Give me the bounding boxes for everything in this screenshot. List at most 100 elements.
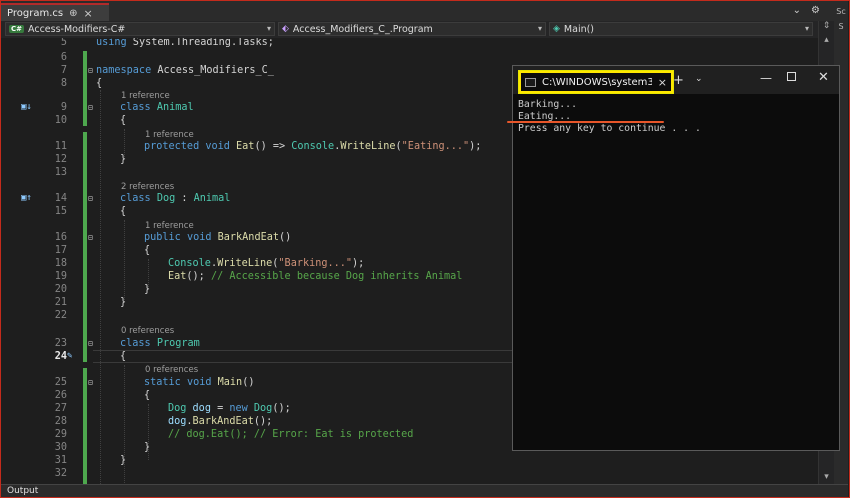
line-number: 17 [54,245,67,256]
codelens-references[interactable]: 0 references [145,364,198,376]
tab-program-cs[interactable]: Program.cs ⊕ × [1,3,109,21]
chevron-down-icon: ▾ [804,24,809,33]
inherits-from-icon[interactable]: ▣↑ [21,194,33,203]
keyword: protected [144,141,200,152]
keyword: namespace [96,65,152,76]
type-name: Console [168,258,211,269]
keyword: static [144,377,181,388]
line-number: 24 [54,351,67,362]
line-number: 10 [54,115,67,126]
console-line: Press any key to continue . . . [518,123,701,134]
line-number: 22 [54,310,67,321]
type-name: Dog [253,403,273,414]
collapse-icon[interactable]: ⊟ [88,192,93,205]
implemented-by-icon[interactable]: ▣↓ [21,103,33,112]
operator: ); [352,258,365,269]
string-literal: "Barking..." [278,258,353,269]
maximize-icon[interactable] [787,72,796,81]
line-number: 7 [60,65,67,76]
minimize-icon[interactable]: — [760,71,772,85]
console-output: Barking... Eating... Press any key to co… [518,99,701,135]
class-dropdown-label: Access_Modifiers_C_.Program [292,23,433,35]
line-number: 5 [60,38,67,48]
close-icon[interactable]: × [83,7,92,20]
new-tab-plus-icon[interactable]: + [673,73,684,88]
brace: } [120,455,127,466]
collapse-icon[interactable]: ⊟ [88,231,93,244]
keyword: void [186,377,212,388]
side-tab[interactable]: S [834,22,848,31]
method-dropdown[interactable]: ◈ Main() ▾ [549,22,813,36]
keyword: void [186,232,212,243]
tab-title: Program.cs [7,7,64,19]
type-name: Animal [193,193,231,204]
class-dropdown[interactable]: ⬖ Access_Modifiers_C_.Program ▾ [278,22,546,36]
split-editor-icon[interactable]: ⇕ [819,21,834,31]
codelens-references[interactable]: 0 references [121,325,174,337]
operator: ); [469,141,482,152]
pin-icon[interactable]: ⊕ [69,8,77,19]
collapse-icon[interactable]: ⊟ [88,337,93,350]
code-line: 31 } [1,454,818,467]
brace: { [120,115,127,126]
type-name: Console [291,141,335,152]
namespace-ref: System.Threading.Tasks; [126,38,274,48]
line-number: 31 [54,455,67,466]
variable: dog [168,416,187,427]
solution-explorer-tab[interactable]: Sc [834,7,848,16]
line-number: 6 [60,52,67,63]
project-dropdown[interactable]: C# Access-Modifiers-C# ▾ [5,22,275,36]
method-name: BarkAndEat [217,232,279,243]
chevron-down-icon[interactable]: ⌄ [695,74,703,84]
type-name: Animal [156,102,194,113]
method-name: WriteLine [340,141,396,152]
line-number: 9 [60,102,67,113]
brace: { [120,351,127,362]
scroll-up-icon[interactable]: ▴ [819,35,834,45]
collapse-icon[interactable]: ⊟ [88,64,93,77]
method-name: Eat [236,141,255,152]
type-name: Program [156,338,200,349]
quick-actions-brush-icon[interactable]: ✎ [67,350,72,363]
chevron-down-icon: ▾ [266,24,271,33]
line-number: 30 [54,442,67,453]
console-tab[interactable]: C:\WINDOWS\system3 × [518,70,674,94]
type-name: Dog [168,403,187,414]
class-member-icon: ⬖ [282,24,289,34]
close-tab-icon[interactable]: × [658,76,667,89]
settings-gear-icon[interactable]: ⚙ [811,5,820,16]
keyword: class [120,102,151,113]
method-name: Main [217,377,243,388]
brace: { [96,78,103,89]
line-number: 8 [60,78,67,89]
line-number: 20 [54,284,67,295]
console-title-bar[interactable]: C:\WINDOWS\system3 × + ⌄ — ✕ [513,66,839,94]
operator: : [175,193,194,204]
keyword: class [120,193,151,204]
keyword: using [96,38,127,48]
code-line: 5 using System.Threading.Tasks; [1,38,818,49]
brace: } [144,284,151,295]
tab-list-chevron-icon[interactable]: ⌄ [793,5,801,16]
brace: } [144,442,151,453]
keyword: void [205,141,230,152]
code-line: 32 [1,467,818,480]
close-window-icon[interactable]: ✕ [818,70,829,85]
console-tab-title: C:\WINDOWS\system3 [541,76,652,88]
brace: } [120,297,127,308]
navigation-bar: C# Access-Modifiers-C# ▾ ⬖ Access_Modifi… [1,21,818,39]
line-number: 13 [54,167,67,178]
operator: () => [254,141,292,152]
output-panel-tab[interactable]: Output [1,484,848,497]
line-number: 18 [54,258,67,269]
collapse-icon[interactable]: ⊟ [88,101,93,114]
method-name: BarkAndEat [192,416,254,427]
keyword: class [120,338,151,349]
keyword: new [229,403,248,414]
method-icon: ◈ [553,24,560,34]
operator: = [210,403,230,414]
collapse-icon[interactable]: ⊟ [88,376,93,389]
line-number: 23 [54,338,67,349]
brace: { [120,206,127,217]
scroll-down-icon[interactable]: ▾ [819,472,834,482]
